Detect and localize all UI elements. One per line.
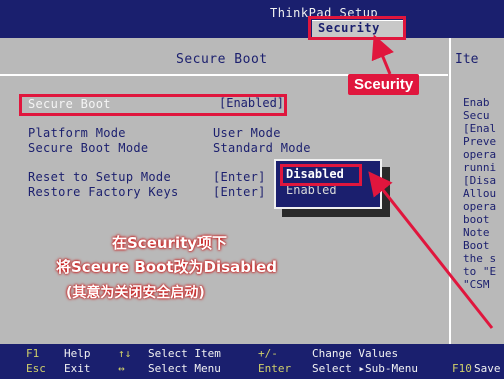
enter-label: Select ▸Sub-Menu bbox=[312, 362, 418, 375]
annotation-line1: 在Sceurity项下 bbox=[112, 234, 228, 252]
esc-label: Exit bbox=[64, 362, 91, 375]
plusminus-key: +/- bbox=[258, 347, 278, 360]
plusminus-label: Change Values bbox=[312, 347, 399, 360]
annotation-arrows bbox=[368, 34, 494, 329]
esc-key: Esc bbox=[26, 362, 46, 375]
f10-label: Save bbox=[474, 362, 501, 375]
f1-key: F1 bbox=[26, 347, 40, 360]
updown-label: Select Item bbox=[148, 347, 221, 360]
arrow-to-tab bbox=[371, 34, 394, 75]
footer-bar: F1 Help Esc Exit ↑↓ Select Item ↔ Select… bbox=[0, 344, 504, 379]
arrow-to-option bbox=[368, 171, 494, 329]
enter-key: Enter bbox=[258, 362, 292, 375]
updown-key: ↑↓ bbox=[118, 347, 132, 360]
leftright-label: Select Menu bbox=[148, 362, 221, 375]
annotation-label: Sceurity bbox=[348, 74, 420, 95]
f1-label: Help bbox=[64, 347, 91, 360]
annotation-line3: (其意为关闭安全启动) bbox=[66, 285, 205, 301]
annotation-line2: 将Sceure Boot改为Disabled bbox=[56, 258, 277, 276]
f10-key: F10 bbox=[452, 362, 472, 375]
leftright-key: ↔ bbox=[118, 362, 125, 375]
